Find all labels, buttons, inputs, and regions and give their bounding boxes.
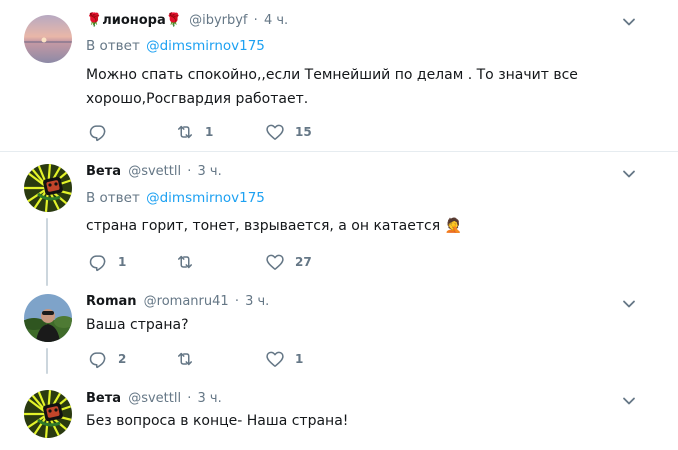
- tweet-3: Roman @romanru41 · 3 ч. Ваша страна? 2 1: [0, 286, 678, 374]
- like-button[interactable]: 27: [265, 252, 312, 272]
- like-count: 1: [295, 352, 304, 366]
- tweet-text: страна горит, тонет, взрывается, а он ка…: [86, 218, 462, 234]
- thread-line: [46, 348, 48, 374]
- reply-context: В ответ @dimsmirnov175: [86, 190, 265, 206]
- reply-icon: [88, 252, 108, 272]
- retweet-icon: [175, 252, 195, 272]
- like-count: 27: [295, 255, 312, 269]
- handle[interactable]: @svettll: [128, 391, 181, 406]
- avatar-image: [24, 390, 72, 438]
- avatar-image: [24, 164, 72, 212]
- retweet-button[interactable]: 1: [175, 122, 213, 142]
- heart-icon: [265, 252, 285, 272]
- tweet-text: Ваша страна?: [86, 317, 189, 333]
- avatar-image: [24, 294, 72, 342]
- like-count: 15: [295, 125, 312, 139]
- chevron-down-icon[interactable]: [622, 297, 636, 311]
- retweet-icon: [175, 122, 195, 142]
- retweet-icon: [175, 349, 195, 369]
- tweet-text: Без вопроса в конце- Наша страна!: [86, 413, 349, 429]
- thread-line: [46, 218, 48, 286]
- rose-emoji: 🌹: [86, 13, 103, 28]
- timestamp[interactable]: 3 ч.: [245, 294, 269, 309]
- tweet-text-line: Можно спать спокойно,,если Темнейший по …: [86, 67, 578, 83]
- heart-icon: [265, 349, 285, 369]
- avatar[interactable]: [24, 164, 72, 212]
- tweet-header: Вета @svettll · 3 ч.: [86, 391, 222, 406]
- reply-label: В ответ: [86, 38, 140, 54]
- reply-mention-link[interactable]: @dimsmirnov175: [146, 38, 265, 54]
- chevron-down-icon[interactable]: [622, 15, 636, 29]
- handle[interactable]: @romanru41: [144, 294, 229, 309]
- retweet-button[interactable]: [175, 349, 195, 369]
- timestamp[interactable]: 3 ч.: [198, 391, 222, 406]
- tweet-text: Можно спать спокойно,,если Темнейший по …: [86, 63, 646, 111]
- retweet-button[interactable]: [175, 252, 195, 272]
- rose-emoji: 🌹: [165, 13, 182, 28]
- tweet-header: 🌹лионора🌹 @ibyrbyf · 4 ч.: [86, 13, 288, 28]
- handle[interactable]: @ibyrbyf: [189, 13, 247, 28]
- chevron-down-icon[interactable]: [622, 167, 636, 181]
- separator-dot: ·: [187, 391, 192, 406]
- reply-button[interactable]: 2: [88, 349, 126, 369]
- reply-icon: [88, 122, 108, 142]
- avatar[interactable]: [24, 294, 72, 342]
- timestamp[interactable]: 4 ч.: [264, 13, 288, 28]
- tweet-1: 🌹лионора🌹 @ibyrbyf · 4 ч. В ответ @dimsm…: [0, 0, 678, 151]
- tweet-header: Roman @romanru41 · 3 ч.: [86, 294, 269, 309]
- reply-icon: [88, 349, 108, 369]
- reply-button[interactable]: 1: [88, 252, 126, 272]
- reply-button[interactable]: [88, 122, 108, 142]
- separator-dot: ·: [187, 164, 192, 179]
- display-name[interactable]: лионора: [102, 13, 166, 28]
- tweet-text-line: хорошо,Росгвардия работает.: [86, 91, 309, 107]
- reply-mention-link[interactable]: @dimsmirnov175: [146, 190, 265, 206]
- reply-context: В ответ @dimsmirnov175: [86, 38, 265, 54]
- display-name[interactable]: Roman: [86, 294, 137, 309]
- like-button[interactable]: 1: [265, 349, 303, 369]
- chevron-down-icon[interactable]: [622, 394, 636, 408]
- handle[interactable]: @svettll: [128, 164, 181, 179]
- display-name[interactable]: Вета: [86, 164, 121, 179]
- retweet-count: 1: [205, 125, 214, 139]
- reply-label: В ответ: [86, 190, 140, 206]
- display-name[interactable]: Вета: [86, 391, 121, 406]
- avatar[interactable]: [24, 15, 72, 63]
- reply-count: 1: [118, 255, 127, 269]
- like-button[interactable]: 15: [265, 122, 312, 142]
- heart-icon: [265, 122, 285, 142]
- separator-dot: ·: [234, 294, 239, 309]
- tweet-header: Вета @svettll · 3 ч.: [86, 164, 222, 179]
- tweet-2: Вета @svettll · 3 ч. В ответ @dimsmirnov…: [0, 152, 678, 286]
- separator-dot: ·: [253, 13, 258, 28]
- reply-count: 2: [118, 352, 127, 366]
- avatar[interactable]: [24, 390, 72, 438]
- avatar-image: [24, 15, 72, 63]
- timestamp[interactable]: 3 ч.: [198, 164, 222, 179]
- tweet-4: Вета @svettll · 3 ч. Без вопроса в конце…: [0, 374, 678, 450]
